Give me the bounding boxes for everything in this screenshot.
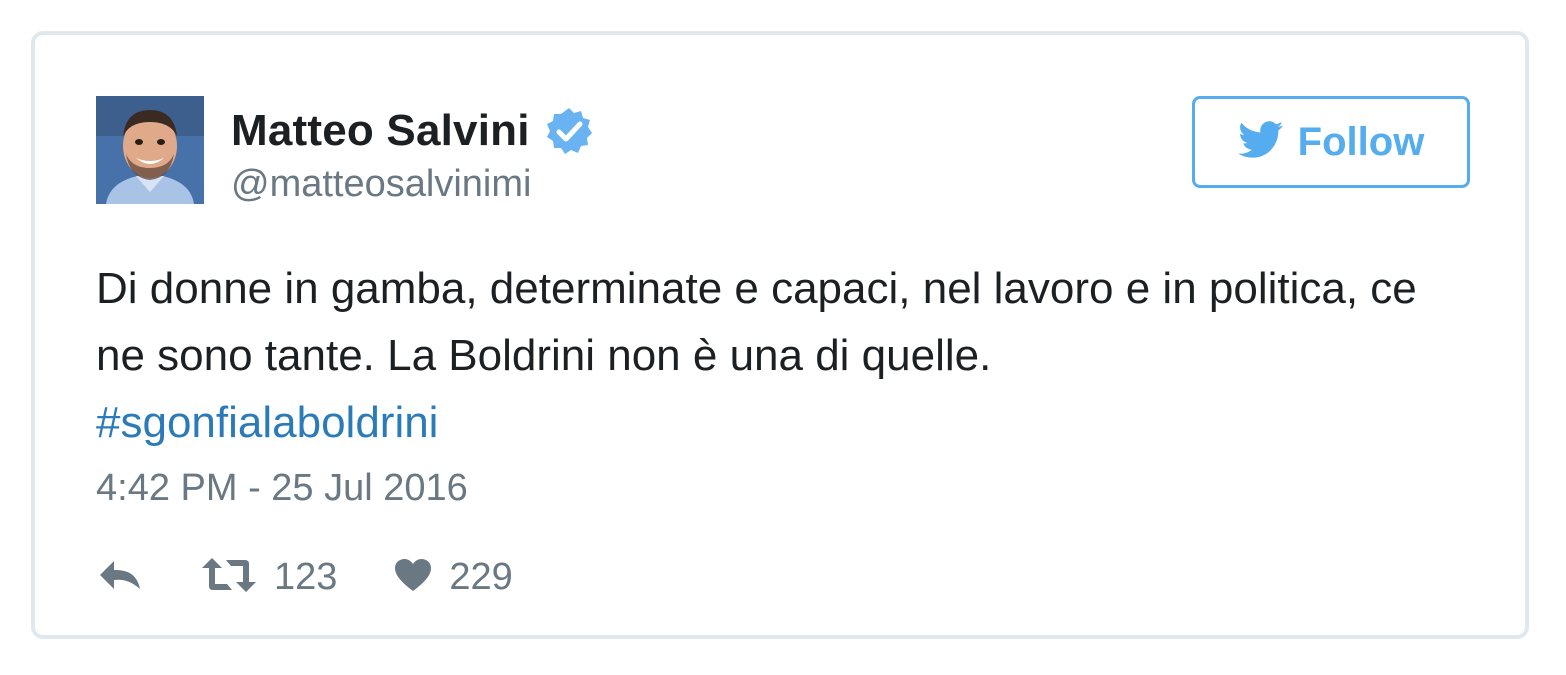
retweet-count: 123 (274, 555, 338, 598)
hashtag-link[interactable]: #sgonfialaboldrini (96, 398, 438, 447)
tweet-actions: 123 229 (96, 549, 513, 605)
tweet-text: Di donne in gamba, determinate e capaci,… (96, 255, 1476, 456)
avatar[interactable] (96, 96, 204, 204)
like-button[interactable]: 229 (393, 555, 513, 599)
follow-button-label: Follow (1297, 119, 1425, 164)
avatar-image (96, 96, 204, 204)
embedded-tweet-card: Matteo Salvini @matteosalvinimi Follow D… (31, 31, 1529, 639)
twitter-bird-icon (1237, 120, 1284, 164)
reply-button[interactable] (96, 557, 144, 598)
like-count: 229 (449, 555, 513, 598)
heart-icon (393, 557, 433, 598)
retweet-icon (200, 556, 258, 599)
author-display-name[interactable]: Matteo Salvini (231, 106, 530, 156)
tweet-body: Di donne in gamba, determinate e capaci,… (96, 264, 1417, 380)
retweet-button[interactable]: 123 (200, 556, 337, 599)
verified-badge-icon (544, 106, 594, 156)
tweet-timestamp[interactable]: 4:42 PM - 25 Jul 2016 (96, 467, 468, 510)
reply-icon (96, 557, 144, 598)
author-name-row: Matteo Salvini (231, 103, 594, 159)
follow-button[interactable]: Follow (1192, 96, 1470, 188)
author-handle[interactable]: @matteosalvinimi (231, 163, 531, 206)
